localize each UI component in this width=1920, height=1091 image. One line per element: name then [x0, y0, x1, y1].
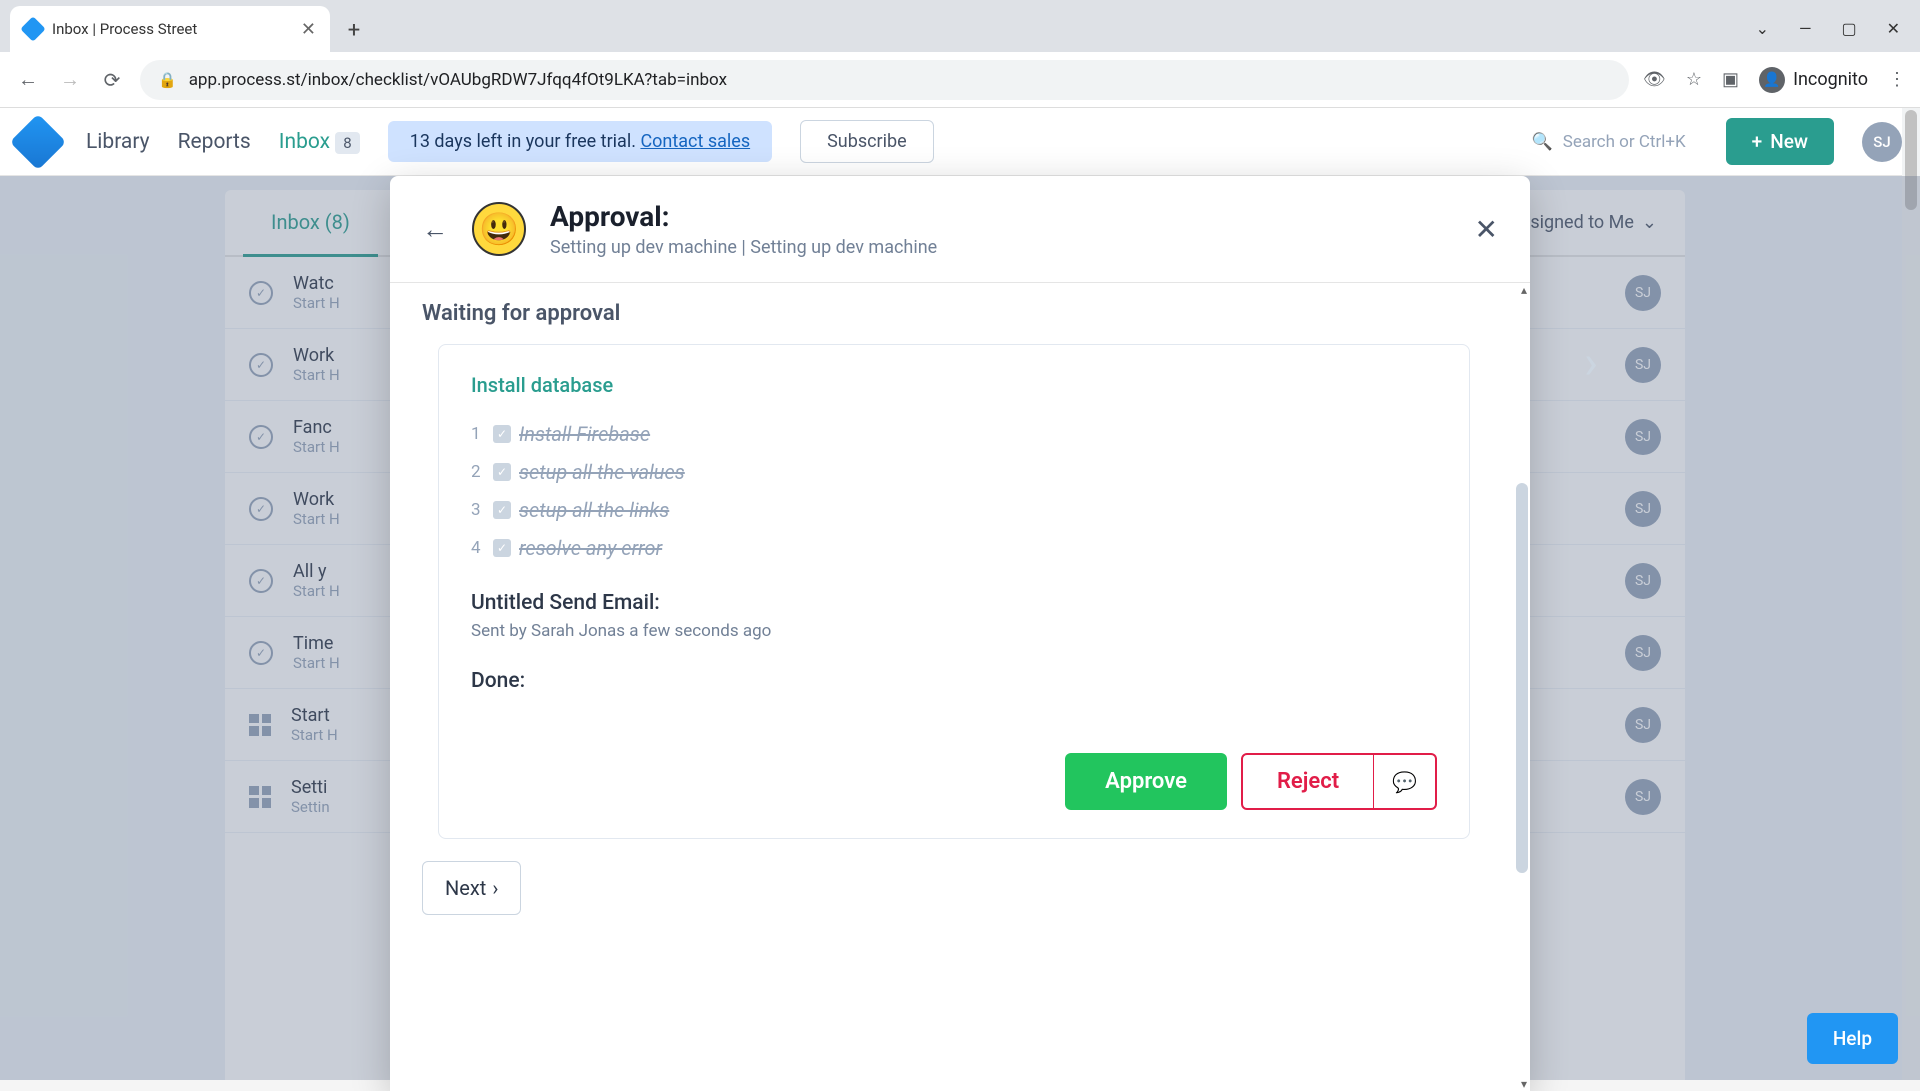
- close-window-icon[interactable]: ✕: [1887, 19, 1900, 38]
- email-section-title: Untitled Send Email:: [471, 591, 1437, 615]
- forward-button[interactable]: →: [56, 66, 84, 94]
- approve-button[interactable]: Approve: [1065, 753, 1227, 810]
- checklist-item: 1 ✓ Install Firebase: [471, 415, 1437, 453]
- checklist-number: 1: [471, 424, 485, 444]
- close-tab-icon[interactable]: ✕: [301, 19, 316, 40]
- app-logo[interactable]: [10, 113, 67, 170]
- incognito-icon: 👤: [1759, 67, 1785, 93]
- toolbar-right-icons: 👁 ☆ ▣ 👤 Incognito ⋮: [1643, 67, 1906, 93]
- tab-title: Inbox | Process Street: [52, 20, 291, 38]
- checklist-number: 2: [471, 462, 485, 482]
- checkbox-checked-icon[interactable]: ✓: [493, 463, 511, 481]
- plus-icon: +: [1752, 130, 1763, 153]
- reject-button[interactable]: Reject: [1241, 753, 1374, 810]
- next-button[interactable]: Next ›: [422, 861, 521, 915]
- extensions-icon[interactable]: ▣: [1722, 69, 1739, 90]
- nav-inbox-label: Inbox: [279, 130, 330, 154]
- bookmark-star-icon[interactable]: ☆: [1686, 69, 1702, 90]
- checklist-label: setup all the values: [519, 460, 685, 484]
- checkbox-checked-icon[interactable]: ✓: [493, 501, 511, 519]
- incognito-label: Incognito: [1793, 69, 1868, 90]
- modal-subtitle: Setting up dev machine | Setting up dev …: [550, 237, 1451, 258]
- minimize-icon[interactable]: —: [1799, 19, 1812, 38]
- waiting-for-approval-label: Waiting for approval: [390, 301, 1530, 344]
- scroll-down-arrow-icon[interactable]: ▾: [1521, 1077, 1527, 1091]
- install-database-link[interactable]: Install database: [471, 373, 1437, 397]
- address-bar[interactable]: 🔒 app.process.st/inbox/checklist/vOAUbgR…: [140, 60, 1629, 100]
- next-item-arrow-icon[interactable]: ›: [1584, 336, 1598, 390]
- checklist-number: 3: [471, 500, 485, 520]
- nav-reports[interactable]: Reports: [178, 130, 251, 154]
- trial-text: 13 days left in your free trial.: [410, 131, 636, 152]
- trial-banner: 13 days left in your free trial. Contact…: [388, 121, 772, 162]
- help-button[interactable]: Help: [1807, 1013, 1898, 1064]
- lock-icon: 🔒: [158, 71, 177, 89]
- search-input[interactable]: 🔍 Search or Ctrl+K: [1520, 132, 1698, 152]
- incognito-indicator[interactable]: 👤 Incognito: [1759, 67, 1868, 93]
- maximize-icon[interactable]: ▢: [1841, 19, 1856, 38]
- back-button[interactable]: ←: [14, 66, 42, 94]
- nav-inbox[interactable]: Inbox 8: [279, 130, 360, 154]
- checklist-label: Install Firebase: [519, 422, 650, 446]
- browser-tab-strip: Inbox | Process Street ✕ + ⌄ — ▢ ✕: [0, 0, 1920, 52]
- nav-library[interactable]: Library: [86, 130, 150, 154]
- modal-body: Waiting for approval Install database 1 ✓…: [390, 283, 1530, 1091]
- new-tab-button[interactable]: +: [340, 16, 368, 44]
- done-label: Done:: [471, 669, 1437, 693]
- comment-icon: 💬: [1392, 770, 1417, 794]
- chevron-down-icon[interactable]: ⌄: [1756, 19, 1769, 38]
- close-modal-icon[interactable]: ✕: [1475, 213, 1498, 246]
- email-sent-by: Sent by Sarah Jonas a few seconds ago: [471, 621, 1437, 641]
- browser-toolbar: ← → ⟳ 🔒 app.process.st/inbox/checklist/v…: [0, 52, 1920, 108]
- checkbox-checked-icon[interactable]: ✓: [493, 539, 511, 557]
- approval-actions: Approve Reject 💬: [471, 733, 1437, 810]
- new-button-label: New: [1770, 130, 1808, 153]
- subscribe-button[interactable]: Subscribe: [800, 120, 934, 163]
- checklist-label: setup all the links: [519, 498, 669, 522]
- scroll-up-arrow-icon[interactable]: ▴: [1521, 283, 1527, 297]
- chevron-right-icon: ›: [492, 876, 498, 900]
- checklist-label: resolve any error: [519, 536, 662, 560]
- window-controls: ⌄ — ▢ ✕: [1756, 19, 1920, 52]
- kebab-menu-icon[interactable]: ⋮: [1888, 69, 1906, 90]
- modal-overlay: ← 😃 Approval: Setting up dev machine | S…: [0, 176, 1920, 1080]
- new-button[interactable]: + New: [1726, 118, 1834, 165]
- checklist-item: 3 ✓ setup all the links: [471, 491, 1437, 529]
- back-arrow-icon[interactable]: ←: [422, 214, 448, 245]
- user-avatar[interactable]: SJ: [1862, 122, 1902, 162]
- browser-tab[interactable]: Inbox | Process Street ✕: [10, 6, 330, 52]
- next-label: Next: [445, 876, 486, 900]
- modal-title: Approval:: [550, 200, 1451, 233]
- approval-modal: ← 😃 Approval: Setting up dev machine | S…: [390, 176, 1530, 1091]
- url-text: app.process.st/inbox/checklist/vOAUbgRDW…: [189, 70, 1611, 90]
- reject-comment-button[interactable]: 💬: [1374, 753, 1437, 810]
- modal-scroll-thumb[interactable]: [1516, 483, 1528, 873]
- checklist: 1 ✓ Install Firebase 2 ✓ setup all the values…: [471, 415, 1437, 567]
- search-placeholder: Search or Ctrl+K: [1563, 132, 1686, 152]
- eye-off-icon[interactable]: 👁: [1643, 69, 1666, 90]
- reload-button[interactable]: ⟳: [98, 66, 126, 94]
- approval-card: Install database 1 ✓ Install Firebase 2 ✓ set…: [438, 344, 1470, 839]
- contact-sales-link[interactable]: Contact sales: [640, 131, 750, 152]
- checklist-item: 2 ✓ setup all the values: [471, 453, 1437, 491]
- checklist-item: 4 ✓ resolve any error: [471, 529, 1437, 567]
- checklist-number: 4: [471, 538, 485, 558]
- reject-button-group: Reject 💬: [1241, 753, 1437, 810]
- app-header: Library Reports Inbox 8 13 days left in …: [0, 108, 1920, 176]
- smiley-emoji-icon: 😃: [472, 202, 526, 256]
- search-icon: 🔍: [1532, 132, 1553, 152]
- favicon: [20, 16, 45, 41]
- modal-scrollbar[interactable]: ▴ ▾: [1514, 283, 1530, 1091]
- inbox-count-badge: 8: [335, 132, 359, 154]
- modal-header: ← 😃 Approval: Setting up dev machine | S…: [390, 176, 1530, 283]
- checkbox-checked-icon[interactable]: ✓: [493, 425, 511, 443]
